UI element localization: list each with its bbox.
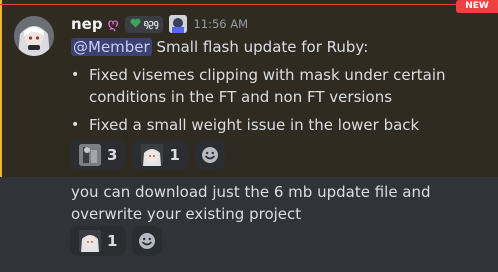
reactions-bar: 3 1 <box>70 140 225 170</box>
bullet-icon: • <box>71 117 80 133</box>
timestamp: 11:56 AM <box>193 17 249 31</box>
user-avatar-icon <box>14 16 54 56</box>
reaction-count: 3 <box>107 146 118 164</box>
message-text: Small flash update for Ruby: <box>156 38 369 56</box>
reaction-count: 1 <box>107 232 118 250</box>
heart-icon <box>130 18 141 31</box>
chat-view: NEW nep ღ ᦏᦳᧁ 11:56 AM @Member Small fla… <box>0 0 498 272</box>
reaction-count: 1 <box>169 146 180 164</box>
reaction-button[interactable]: 3 <box>70 140 127 170</box>
list-item: • Fixed visemes clipping with mask under… <box>71 64 481 108</box>
anime-girl-emoji-icon <box>141 144 164 166</box>
bullet-list: • Fixed visemes clipping with mask under… <box>71 64 481 142</box>
anime-girl-emoji-icon <box>79 230 101 252</box>
server-tag-text: ᦏᦳᧁ <box>143 18 159 29</box>
new-badge: NEW <box>456 0 498 13</box>
followup-message: you can download just the 6 mb update fi… <box>71 183 431 223</box>
message-header: nep ღ ᦏᦳᧁ 11:56 AM <box>71 13 248 35</box>
smiley-icon <box>139 233 156 249</box>
username-decoration: ღ <box>107 16 119 32</box>
reactions-bar: 1 <box>70 226 163 256</box>
role-badge-icon[interactable] <box>169 15 188 33</box>
server-tag[interactable]: ᦏᦳᧁ <box>124 15 164 33</box>
bullet-icon: • <box>71 67 80 83</box>
list-item-text: Fixed a small weight issue in the lower … <box>89 116 420 134</box>
smiley-icon <box>201 147 218 163</box>
new-messages-divider <box>0 4 456 5</box>
role-mention[interactable]: @Member <box>71 38 152 56</box>
list-item: • Fixed a small weight issue in the lowe… <box>71 114 481 136</box>
avatar[interactable] <box>14 16 54 56</box>
list-item-text: Fixed visemes clipping with mask under c… <box>89 66 446 106</box>
reaction-button[interactable]: 1 <box>132 140 189 170</box>
username[interactable]: nep <box>71 15 103 33</box>
message-content: @Member Small flash update for Ruby: <box>71 37 368 57</box>
add-reaction-button[interactable] <box>194 140 225 170</box>
add-reaction-button[interactable] <box>132 226 163 256</box>
reaction-button[interactable]: 1 <box>70 226 127 256</box>
figure-emoji-icon <box>79 144 101 166</box>
